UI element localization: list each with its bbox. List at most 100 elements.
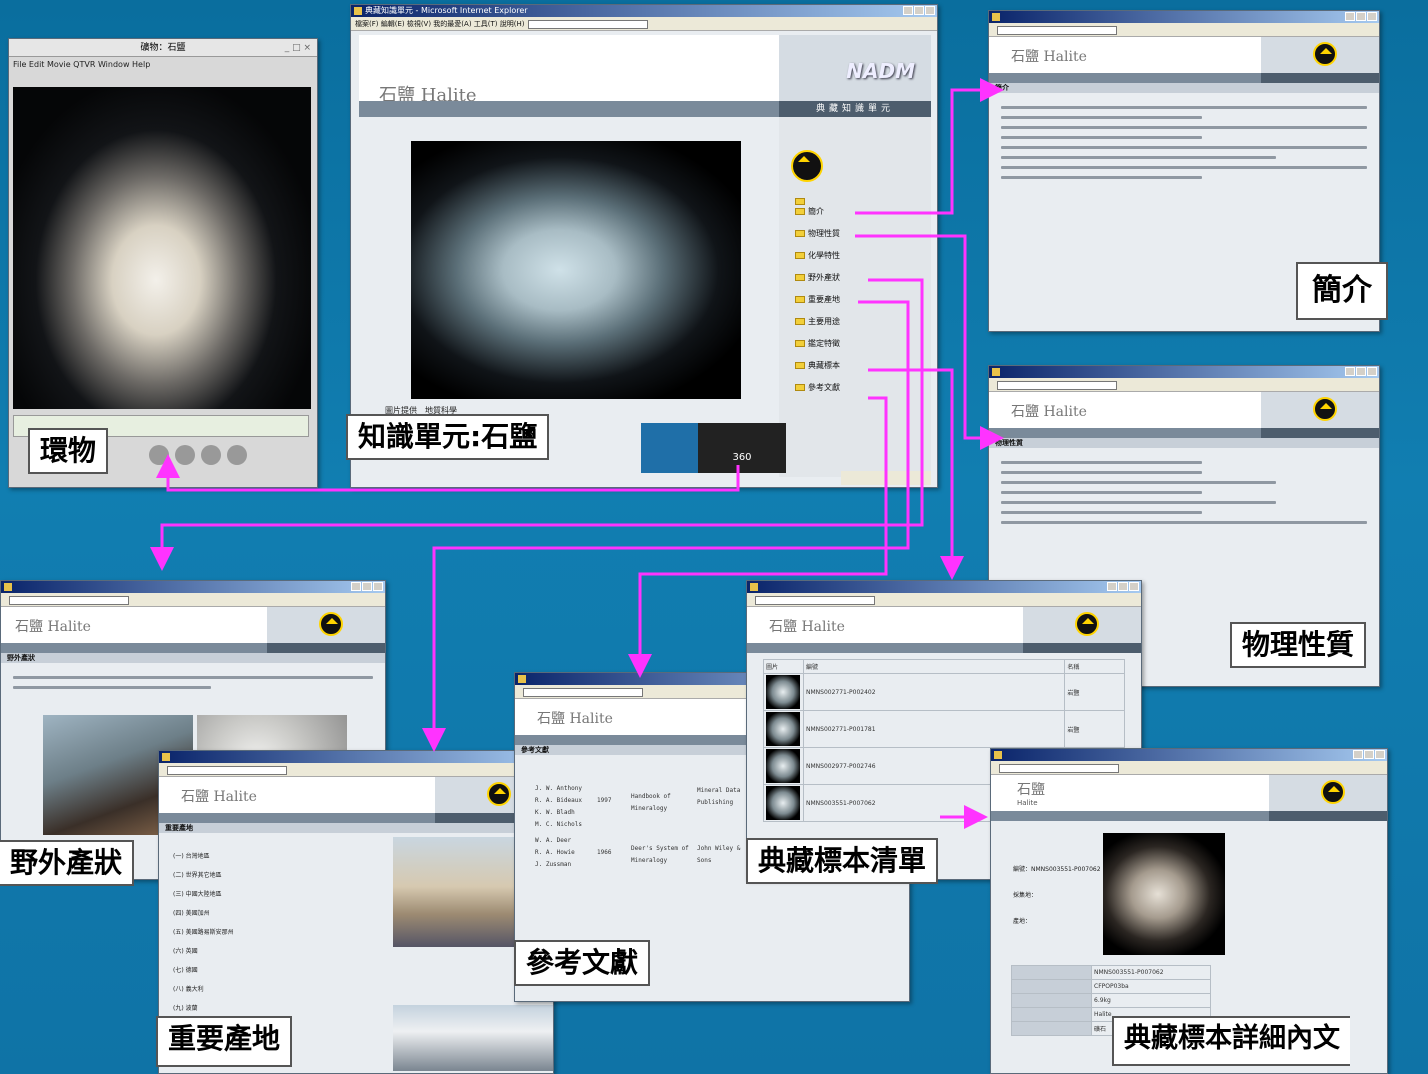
column-header: 圖片 [763,659,804,674]
specimen-thumbnail[interactable] [766,749,800,783]
tree-item-label: 重要產地 [808,294,840,304]
detail-field: 採集地： [1013,892,1038,899]
back-icon[interactable] [227,445,247,465]
ref-author-cell: J. W. Anthony R. A. Bideaux K. W. Bladh M. … [535,785,582,828]
tree-item[interactable]: 典藏標本 [795,354,875,376]
specimen-thumbnail[interactable] [766,712,800,746]
folder-icon [795,295,805,303]
table-row[interactable]: NMNS002771-P001781 岩鹽 [763,710,1125,748]
folder-icon [795,317,805,325]
tree-item[interactable]: 參考文獻 [795,376,875,398]
zoom-out-icon[interactable] [175,445,195,465]
tree-item-label: 野外產狀 [808,272,840,282]
page-title: 石鹽 Halite [537,711,613,727]
main-band-label: 典藏知識單元 [779,101,931,117]
specimen-id-cell[interactable]: NMNS002771-P001781 [802,710,1066,748]
address-bar[interactable] [167,765,287,775]
halite-vr-photo[interactable] [13,87,311,409]
folder-icon [795,229,805,237]
window-controls[interactable] [903,6,935,15]
detail-cell: CFPOP03ba [1091,979,1211,994]
ref-title-cell[interactable]: Handbook of Mineralogy [631,783,691,831]
tree-item[interactable]: 簡介 [795,200,875,222]
window-menubar [989,23,1379,37]
brand-area: NADM [779,35,931,101]
main-titlebar: 典藏知識單元 - Microsoft Internet Explorer [351,5,937,17]
tree-item[interactable]: 主要用途 [795,310,875,332]
home-icon[interactable] [319,612,343,636]
address-bar[interactable] [755,595,875,605]
list-item[interactable]: (三) 中國大陸地區 [173,885,234,904]
specimen-thumbnail[interactable] [766,675,800,709]
tree-item-label: 鑑定特徵 [808,338,840,348]
tree-item-label: 簡介 [808,206,824,216]
home-icon[interactable] [1321,780,1345,804]
page-title: 石鹽 Halite [769,619,845,635]
list-item[interactable]: (七) 德國 [173,961,234,980]
window-controls[interactable]: _ □ × [285,39,311,57]
section-title: 重要產地 [159,823,553,833]
page-title: 石鹽 [1017,782,1045,798]
label-specimen-list: 典藏標本清單 [746,838,939,884]
intro-text [989,93,1379,192]
address-bar[interactable] [999,763,1119,773]
page-band [989,428,1379,438]
tree-item[interactable]: 物理性質 [795,222,875,244]
main-band: 典藏知識單元 [359,101,931,117]
tree-item[interactable]: 野外產狀 [795,266,875,288]
home-icon[interactable] [1075,612,1099,636]
window-titlebar [159,751,553,763]
list-item[interactable]: (六) 英國 [173,942,234,961]
table-row: J. W. Anthony R. A. Bideaux K. W. Bladh M. … [535,783,767,831]
home-icon[interactable] [1313,42,1337,66]
ref-title-cell[interactable]: Deer's System of Mineralogy [631,835,691,871]
vr-360-button[interactable]: 360 [698,423,786,473]
zoom-in-icon[interactable] [149,445,169,465]
main-page-head: 石鹽 Halite [359,35,779,106]
ref-year-cell: 1966 [597,849,612,856]
home-icon[interactable] [791,150,823,182]
tree-item[interactable]: 重要產地 [795,288,875,310]
address-bar[interactable] [523,687,643,697]
label-vr-object: 環物 [28,428,109,474]
home-icon[interactable] [487,782,511,806]
qt-controls[interactable] [149,445,247,465]
tree-item-label: 化學特性 [808,250,840,260]
specimen-detail-photo [1103,833,1225,955]
address-bar[interactable] [997,380,1117,390]
main-title: 典藏知識單元 - Microsoft Internet Explorer [365,6,528,15]
address-bar[interactable] [997,25,1117,35]
page-head: 石鹽 Halite [989,392,1379,428]
tree-item[interactable]: 化學特性 [795,244,875,266]
folder-icon [795,207,805,215]
main-menubar: 檔案(F) 編輯(E) 檢視(V) 我的最愛(A) 工具(T) 說明(H) [351,17,937,31]
detail-field: 產地： [1013,918,1032,925]
table-row: 6.9kg [1011,993,1211,1008]
specimen-thumbnail[interactable] [766,786,800,820]
list-item[interactable]: (二) 世界其它地區 [173,866,234,885]
folder-icon [795,339,805,347]
qt-menubar: File Edit Movie QTVR Window Help [13,60,151,69]
table-header-row: 圖片 編號 名稱 [763,659,1125,674]
list-item[interactable]: (一) 台灣地區 [173,847,234,866]
tree-item-label: 物理性質 [808,228,840,238]
address-bar[interactable] [9,595,129,605]
window-menubar [159,763,553,777]
table-row: CFPOP03ba [1011,979,1211,994]
ref-author-cell: W. A. Deer R. A. Howie J. Zussman [535,837,575,868]
address-bar[interactable] [528,19,649,29]
list-item[interactable]: (八) 義大利 [173,980,234,999]
home-icon[interactable] [1313,397,1337,421]
table-row[interactable]: NMNS002771-P002402 岩鹽 [763,673,1125,711]
detail-field: 編號：NMNS003551-P007062 [1013,866,1101,873]
hotspot-icon[interactable] [201,445,221,465]
label-knowledge-unit: 知識單元:石鹽 [346,414,550,460]
list-item[interactable]: (四) 美國加州 [173,904,234,923]
label-introduction: 簡介 [1296,262,1388,320]
window-titlebar [989,11,1379,23]
specimen-name-cell: 岩鹽 [1064,710,1125,748]
vr-360-label: 360 [732,452,752,463]
specimen-id-cell[interactable]: NMNS002771-P002402 [802,673,1066,711]
tree-item[interactable]: 鑑定特徵 [795,332,875,354]
list-item[interactable]: (五) 美國路易斯安那州 [173,923,234,942]
